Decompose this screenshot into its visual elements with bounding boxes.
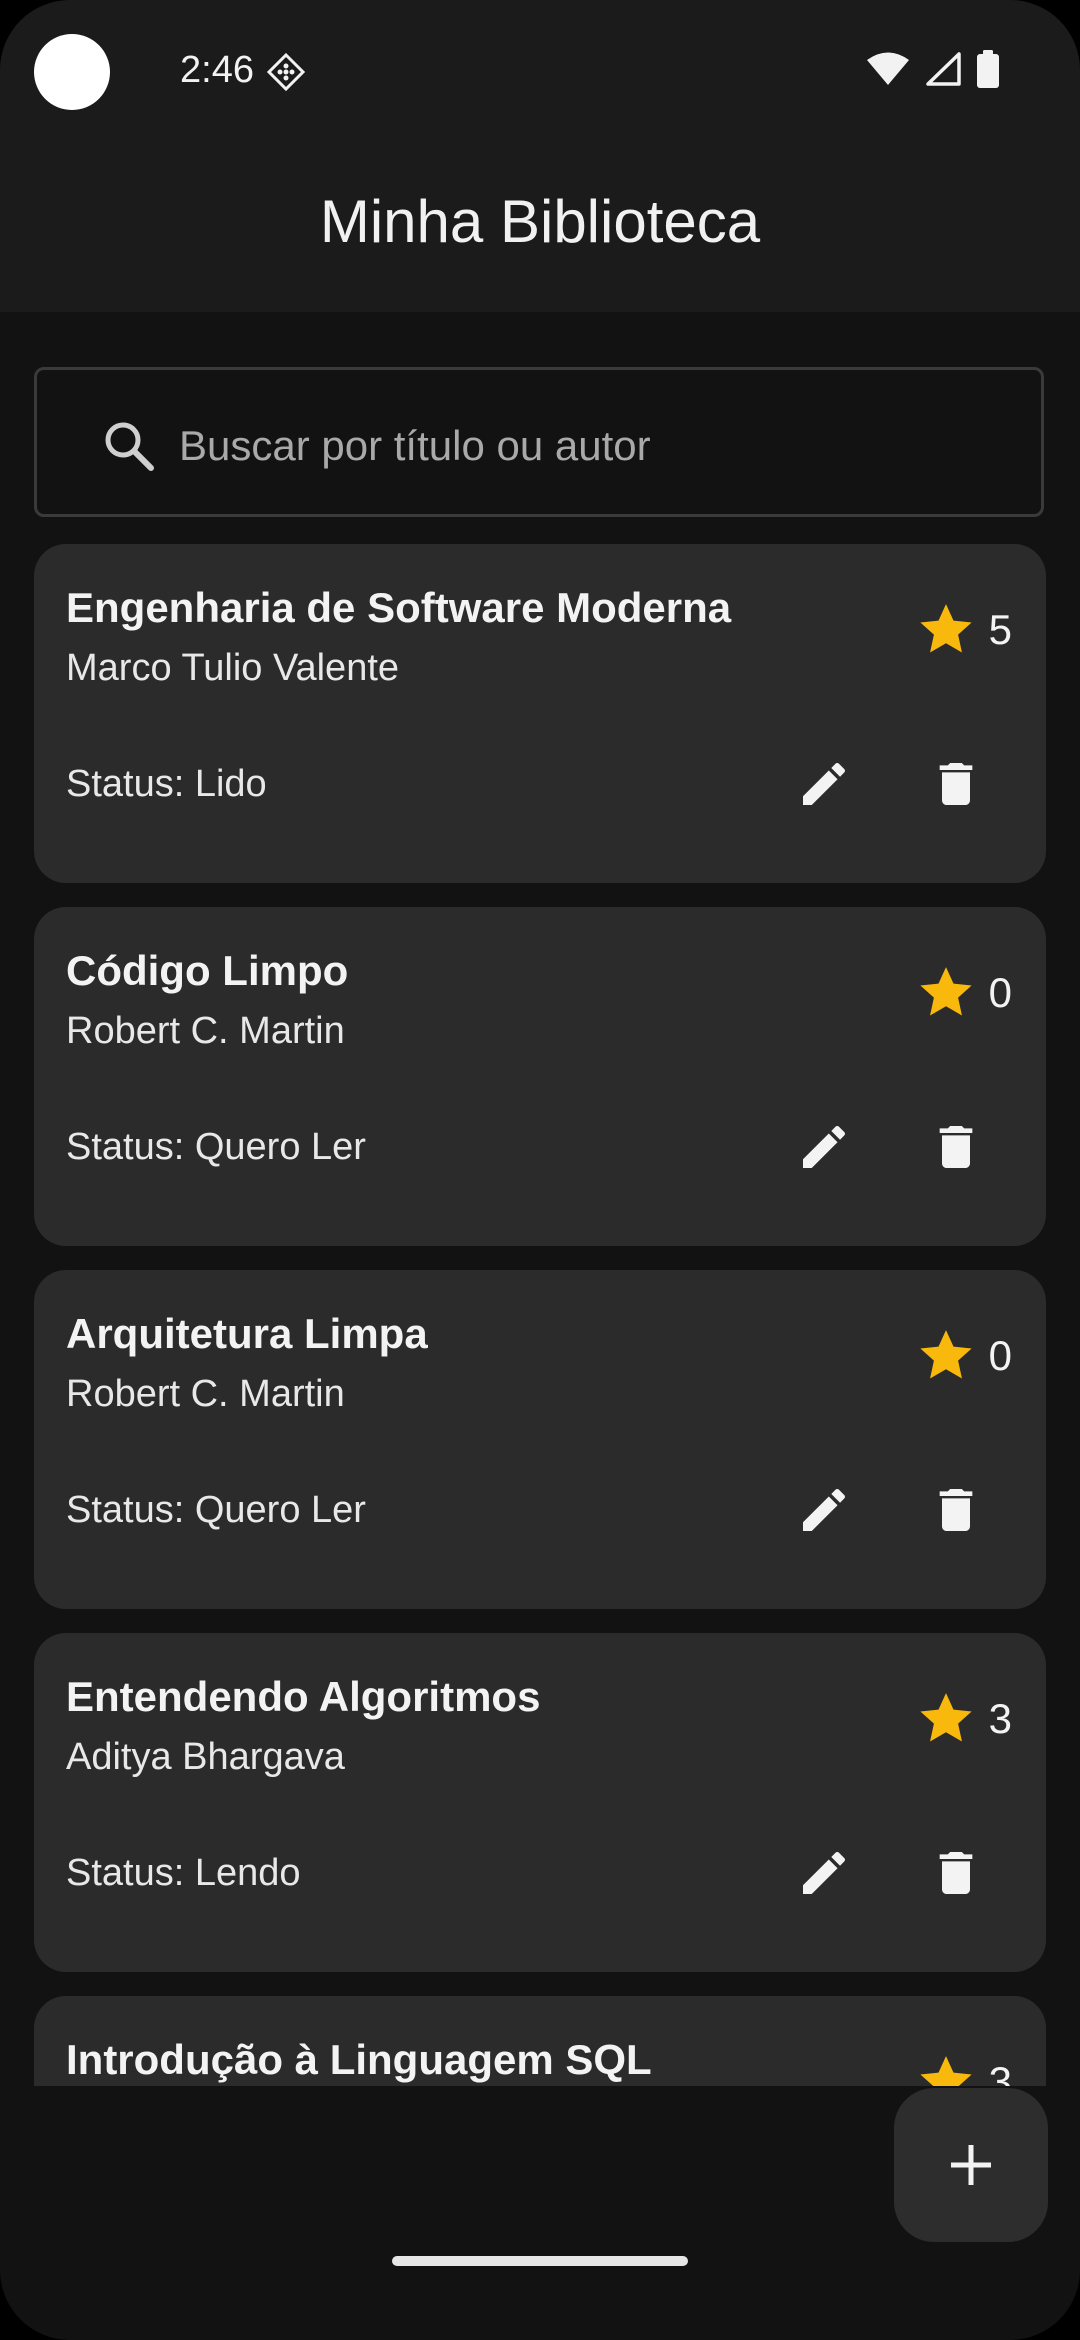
book-rating: 0 bbox=[917, 1328, 1012, 1384]
star-icon bbox=[920, 604, 972, 653]
book-title: Código Limpo bbox=[66, 947, 349, 994]
book-author: Marco Tulio Valente bbox=[66, 647, 400, 689]
search-input[interactable]: Buscar por título ou autor bbox=[34, 367, 1044, 517]
delete-button[interactable] bbox=[914, 1468, 998, 1552]
add-book-button[interactable] bbox=[894, 2088, 1048, 2242]
rating-value: 3 bbox=[988, 1695, 1012, 1742]
battery-icon bbox=[977, 50, 999, 88]
book-status: Status: Lendo bbox=[66, 1852, 301, 1894]
trash-icon bbox=[939, 1489, 973, 1531]
notification-badge-icon bbox=[266, 52, 306, 92]
edit-icon bbox=[803, 762, 846, 805]
status-icons bbox=[866, 50, 1000, 88]
book-status: Status: Quero Ler bbox=[66, 1489, 366, 1531]
edit-button[interactable] bbox=[782, 742, 866, 826]
page-title: Minha Biblioteca bbox=[319, 188, 761, 255]
book-rating: 3 bbox=[917, 2054, 1012, 2086]
book-list[interactable]: Engenharia de Software Moderna Marco Tul… bbox=[0, 544, 1080, 2086]
home-indicator[interactable] bbox=[392, 2256, 688, 2266]
trash-icon bbox=[939, 1126, 973, 1168]
app-screen: 2:46 Minha Biblioteca Buscar por título … bbox=[0, 0, 1080, 2340]
book-card[interactable]: Entendendo Algoritmos Aditya Bhargava 3 … bbox=[34, 1633, 1046, 1972]
rating-value: 0 bbox=[988, 969, 1012, 1016]
edit-icon bbox=[803, 1851, 846, 1894]
star-icon bbox=[920, 1330, 972, 1379]
search-placeholder: Buscar por título ou autor bbox=[179, 422, 651, 469]
book-title: Entendendo Algoritmos bbox=[66, 1673, 541, 1720]
front-camera bbox=[34, 34, 110, 110]
edit-icon bbox=[803, 1125, 846, 1168]
star-icon bbox=[920, 2056, 972, 2086]
book-author: Aditya Bhargava bbox=[66, 1736, 345, 1778]
book-rating: 5 bbox=[917, 602, 1012, 658]
book-author: Robert C. Martin bbox=[66, 1373, 345, 1415]
plus-icon bbox=[951, 2145, 991, 2185]
star-icon bbox=[920, 1693, 972, 1742]
trash-icon bbox=[939, 763, 973, 805]
edit-button[interactable] bbox=[782, 1105, 866, 1189]
book-card[interactable]: Introdução à Linguagem SQL 3 bbox=[34, 1996, 1046, 2086]
cellular-signal-icon bbox=[926, 52, 961, 86]
book-rating: 3 bbox=[917, 1691, 1012, 1747]
edit-button[interactable] bbox=[782, 1468, 866, 1552]
edit-icon bbox=[803, 1488, 846, 1531]
book-title: Arquitetura Limpa bbox=[66, 1310, 428, 1357]
book-status: Status: Quero Ler bbox=[66, 1126, 366, 1168]
book-author: Robert C. Martin bbox=[66, 1010, 345, 1052]
trash-icon bbox=[939, 1852, 973, 1894]
top-app-bar: 2:46 Minha Biblioteca bbox=[0, 0, 1080, 312]
book-rating: 0 bbox=[917, 965, 1012, 1021]
book-title: Introdução à Linguagem SQL bbox=[66, 2036, 652, 2083]
delete-button[interactable] bbox=[914, 742, 998, 826]
status-time: 2:46 bbox=[180, 49, 254, 91]
wifi-icon bbox=[867, 52, 909, 85]
book-card[interactable]: Código Limpo Robert C. Martin 0 Status: … bbox=[34, 907, 1046, 1246]
book-status: Status: Lido bbox=[66, 763, 267, 805]
rating-value: 5 bbox=[988, 606, 1012, 653]
delete-button[interactable] bbox=[914, 1831, 998, 1915]
book-card[interactable]: Arquitetura Limpa Robert C. Martin 0 Sta… bbox=[34, 1270, 1046, 1609]
rating-value: 0 bbox=[988, 1332, 1012, 1379]
edit-button[interactable] bbox=[782, 1831, 866, 1915]
delete-button[interactable] bbox=[914, 1105, 998, 1189]
book-title: Engenharia de Software Moderna bbox=[66, 584, 732, 631]
book-card[interactable]: Engenharia de Software Moderna Marco Tul… bbox=[34, 544, 1046, 883]
star-icon bbox=[920, 967, 972, 1016]
search-icon bbox=[105, 422, 154, 471]
rating-value: 3 bbox=[988, 2058, 1012, 2086]
